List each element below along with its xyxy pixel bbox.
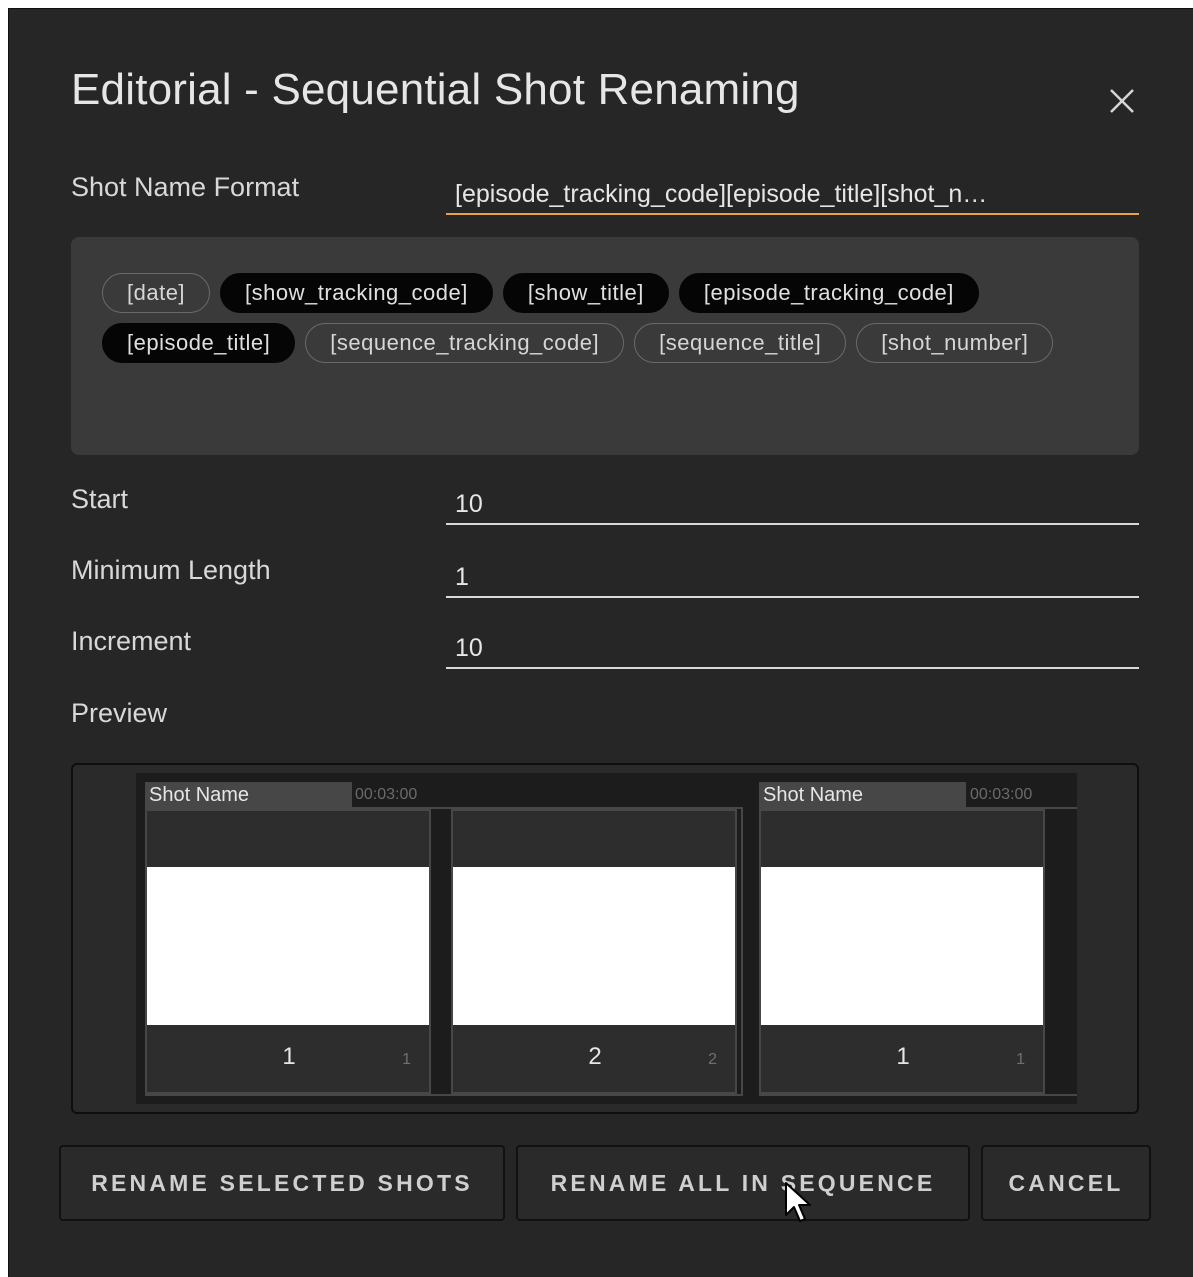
shot-index: 1 [1016, 1051, 1025, 1068]
preview-shot: 1 1 [759, 809, 1045, 1094]
minimum-length-input[interactable] [446, 558, 1139, 596]
close-icon[interactable] [1102, 81, 1142, 121]
clip-header: Shot Name [759, 782, 966, 809]
cancel-button[interactable]: CANCEL [981, 1145, 1151, 1221]
token-chip[interactable]: [episode_tracking_code] [678, 273, 979, 313]
shot-divider [1045, 809, 1077, 1094]
clip-timecode: 00:03:00 [355, 786, 418, 803]
minimum-length-field [446, 558, 1139, 598]
sequential-shot-renaming-dialog: Editorial - Sequential Shot Renaming Sho… [8, 8, 1193, 1277]
token-chip[interactable]: [sequence_title] [634, 323, 847, 363]
shot-number: 1 [282, 1043, 296, 1070]
shot-number: 2 [588, 1043, 602, 1070]
shot-name-format-label: Shot Name Format [71, 172, 300, 202]
shot-thumbnail [453, 867, 735, 1025]
shot-number: 1 [896, 1043, 910, 1070]
increment-label: Increment [71, 626, 192, 656]
start-field [446, 485, 1139, 525]
clip-header: Shot Name [145, 782, 352, 809]
minimum-length-label: Minimum Length [71, 555, 271, 585]
rename-all-in-sequence-button[interactable]: RENAME ALL IN SEQUENCE [516, 1145, 970, 1221]
shot-index: 2 [708, 1051, 717, 1068]
dialog-title: Editorial - Sequential Shot Renaming [71, 65, 800, 114]
token-chip[interactable]: [show_title] [502, 273, 669, 313]
clip-timecode: 00:03:00 [970, 786, 1033, 803]
preview-label: Preview [71, 698, 168, 728]
preview-shot: 2 2 [451, 809, 737, 1094]
token-chip[interactable]: [shot_number] [856, 323, 1054, 363]
token-chip[interactable]: [show_tracking_code] [220, 273, 493, 313]
shot-divider [431, 809, 451, 1094]
start-label: Start [71, 484, 129, 514]
shot-thumbnail [147, 867, 429, 1025]
shot-index: 1 [402, 1051, 411, 1068]
token-panel: [date] [show_tracking_code] [show_title]… [71, 237, 1139, 455]
rename-selected-shots-button[interactable]: RENAME SELECTED SHOTS [59, 1145, 505, 1221]
preview-timeline: Shot Name 00:03:00 Shot Name 00:03:00 1 … [136, 773, 1077, 1104]
shot-name-format-field [446, 175, 1139, 215]
shot-name-format-input[interactable] [446, 175, 1139, 213]
shot-thumbnail [761, 867, 1043, 1025]
preview-shot: 1 1 [145, 809, 431, 1094]
token-chip[interactable]: [date] [102, 273, 211, 313]
token-chip[interactable]: [episode_title] [102, 323, 296, 363]
increment-field [446, 629, 1139, 669]
token-chip[interactable]: [sequence_tracking_code] [305, 323, 625, 363]
token-list: [date] [show_tracking_code] [show_title]… [102, 273, 1102, 363]
start-input[interactable] [446, 485, 1139, 523]
preview-frame: Shot Name 00:03:00 Shot Name 00:03:00 1 … [71, 763, 1139, 1114]
increment-input[interactable] [446, 629, 1139, 667]
